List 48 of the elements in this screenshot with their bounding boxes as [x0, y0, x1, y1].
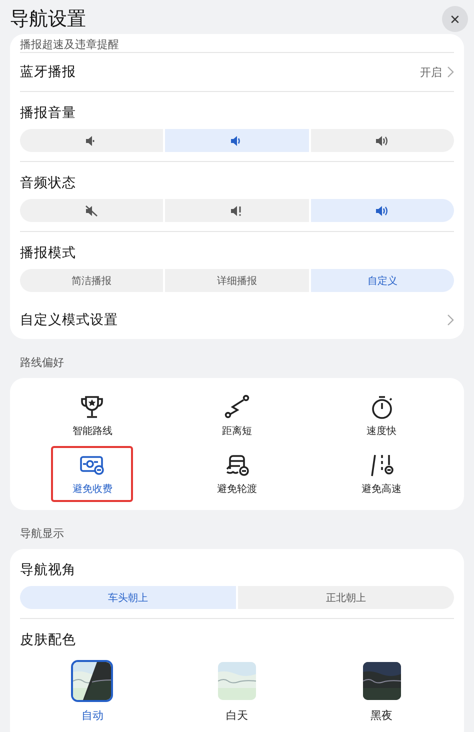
audio-state-option[interactable] — [310, 199, 454, 222]
skin-thumbnail[interactable] — [71, 660, 114, 702]
setting-value: 开启 — [420, 64, 442, 80]
bluetooth-row[interactable]: 蓝牙播报 开启 — [20, 53, 454, 92]
volume-option[interactable] — [165, 129, 309, 152]
view-option[interactable]: 车头朝上 — [20, 586, 236, 609]
route-option[interactable]: 智能路线 — [51, 388, 134, 444]
close-button[interactable]: × — [442, 6, 468, 32]
route-option[interactable]: 避免高速 — [340, 446, 423, 502]
skin-label: 黑夜 — [370, 708, 393, 723]
speaker-alert-icon — [230, 204, 244, 216]
setting-label: 音频状态 — [20, 174, 77, 192]
setting-label: 播报超速及违章提醒 — [20, 39, 119, 50]
setting-label: 自定义模式设置 — [20, 311, 118, 329]
volume-option[interactable] — [310, 129, 454, 152]
audio-state-option[interactable] — [20, 199, 164, 222]
view-option[interactable]: 正北朝上 — [238, 586, 454, 609]
ferry-icon — [224, 452, 250, 478]
skin-label: 白天 — [226, 708, 248, 723]
chevron-icon — [447, 66, 454, 78]
mode-option[interactable]: 简洁播报 — [20, 269, 164, 292]
setting-label: 皮肤配色 — [20, 631, 77, 649]
speaker-muted-icon — [84, 204, 99, 216]
setting-label: 播报模式 — [20, 244, 77, 262]
mode-option[interactable]: 详细播报 — [165, 269, 309, 292]
speaker-high-icon — [375, 134, 390, 146]
window-title: 导航设置 — [10, 7, 86, 32]
section-heading: 路线偏好 — [19, 355, 65, 371]
route-option[interactable]: 避免轮渡 — [196, 446, 278, 502]
skin-label: 自动 — [81, 708, 104, 723]
custom-mode-row[interactable]: 自定义模式设置 — [20, 301, 454, 339]
setting-label: 导航视角 — [20, 561, 77, 579]
volume-option[interactable] — [20, 129, 164, 152]
audio-state-option[interactable] — [165, 199, 309, 222]
trophy-icon — [79, 394, 106, 420]
highway-icon — [368, 452, 395, 478]
chevron-icon — [447, 314, 454, 326]
route-option[interactable]: 避免收费 — [51, 446, 134, 502]
mode-option[interactable]: 自定义 — [310, 269, 454, 292]
route-option[interactable]: 速度快 — [340, 388, 423, 444]
speaker-high-icon — [375, 204, 390, 216]
setting-label: 蓝牙播报 — [20, 63, 76, 81]
section-heading: 导航显示 — [19, 526, 65, 542]
skin-thumbnail[interactable] — [360, 660, 403, 702]
setting-label: 播报音量 — [20, 104, 77, 122]
skin-thumbnail[interactable] — [216, 660, 258, 702]
route-option[interactable]: 距离短 — [196, 388, 278, 444]
route-icon — [224, 394, 250, 420]
